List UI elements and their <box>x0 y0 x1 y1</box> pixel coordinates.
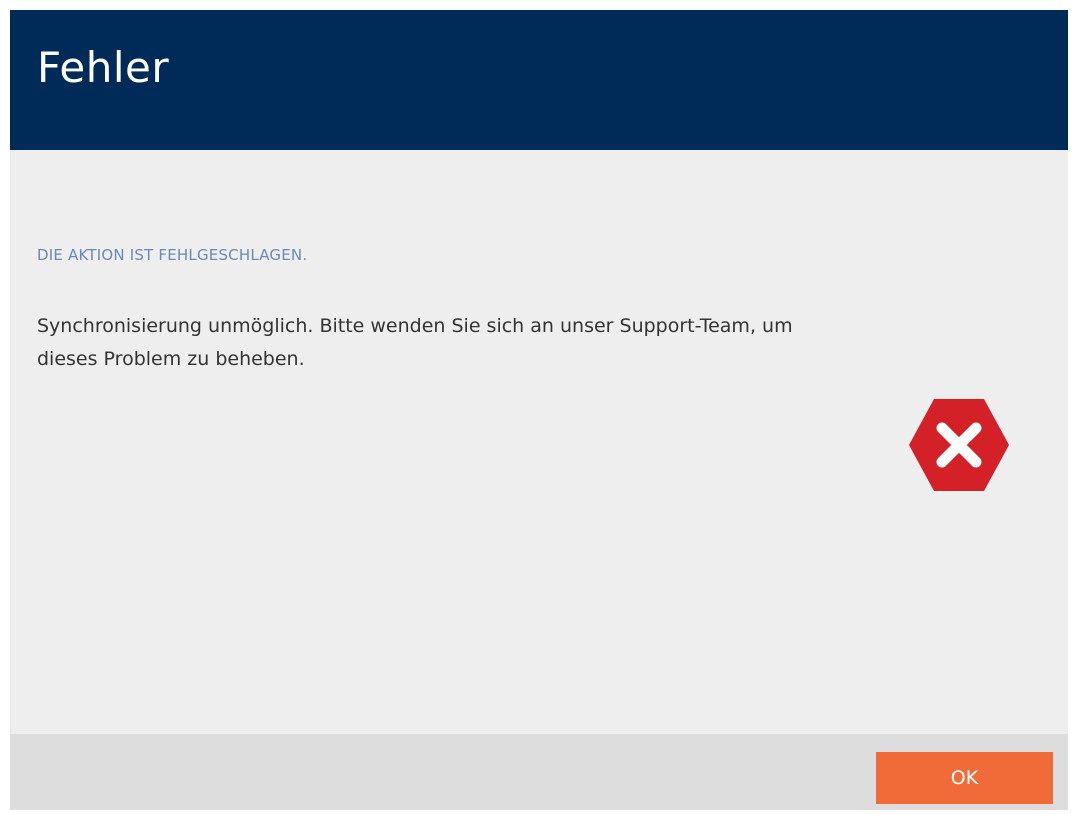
error-icon <box>909 399 1009 491</box>
ok-button[interactable]: OK <box>876 752 1053 804</box>
error-message: Synchronisierung unmöglich. Bitte wenden… <box>37 315 793 370</box>
dialog-footer: OK <box>10 734 1068 810</box>
dialog-title: Fehler <box>37 43 170 92</box>
dialog-content: DIE AKTION IST FEHLGESCHLAGEN. Synchroni… <box>10 150 1068 734</box>
dialog-header: Fehler <box>10 10 1068 150</box>
error-dialog: Fehler DIE AKTION IST FEHLGESCHLAGEN. Sy… <box>10 10 1068 810</box>
error-subheading: DIE AKTION IST FEHLGESCHLAGEN. <box>37 246 308 264</box>
